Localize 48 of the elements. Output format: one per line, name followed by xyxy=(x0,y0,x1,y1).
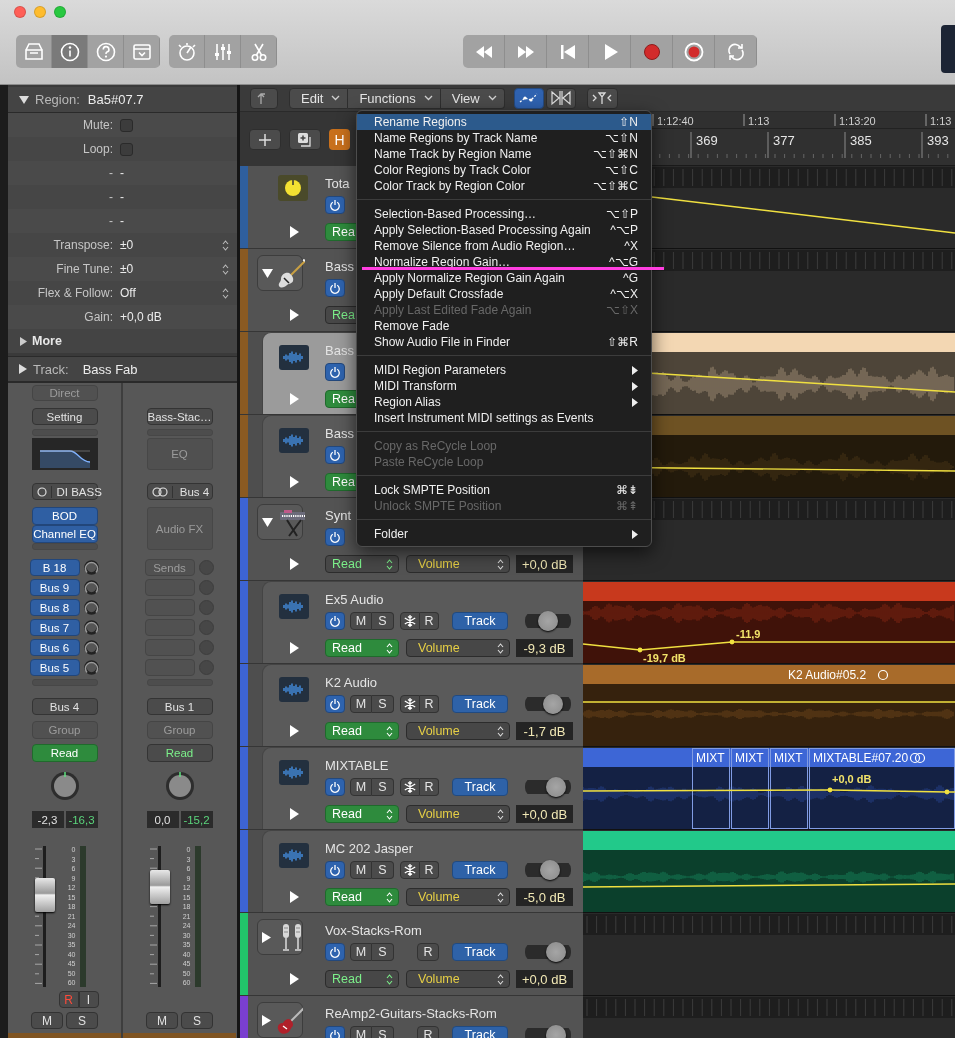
peak-value: -16,3 xyxy=(65,811,98,828)
pan-value: 0,0 xyxy=(146,811,179,828)
bar-number: 369 xyxy=(696,133,718,148)
track-name: Bass xyxy=(325,258,354,276)
section-label: Track: xyxy=(33,361,69,377)
bar-number: 385 xyxy=(850,133,872,148)
field-value: +0,0 dB xyxy=(120,310,163,324)
field-label: Transpose: xyxy=(52,238,113,252)
field-value: - xyxy=(120,166,125,180)
bar-number: 377 xyxy=(773,133,795,148)
field-value: - xyxy=(120,214,125,228)
region-name: MIXTABLE#07.20 xyxy=(813,751,909,765)
track-name: Bass Fab xyxy=(82,361,138,377)
field-label: - xyxy=(108,214,113,228)
automation-value: -19,7 dB xyxy=(643,652,686,663)
track-name: Synt xyxy=(325,507,351,525)
field-label: Fine Tune: xyxy=(55,262,113,276)
section-label: Region: xyxy=(35,92,80,107)
field-label: Mute: xyxy=(82,118,113,132)
time-label: 1:13 xyxy=(930,115,952,127)
track-name: ReAmp2-Guitars-Stacks-Rom xyxy=(325,1005,497,1023)
peak-value: -15,2 xyxy=(180,811,213,828)
field-label: Loop: xyxy=(81,142,113,156)
bar-number: 393 xyxy=(927,133,949,148)
region-name: MIXT xyxy=(774,751,803,765)
track-name: Bass xyxy=(325,342,354,360)
region-name: MIXT xyxy=(696,751,725,765)
automation-value: -11,9 xyxy=(736,628,761,640)
field-label: - xyxy=(108,166,113,180)
time-label: 1:12:40 xyxy=(657,115,694,127)
field-value: - xyxy=(120,190,125,204)
track-name: MC 202 Jasper xyxy=(325,840,414,858)
time-label: 1:13 xyxy=(748,115,770,127)
region-name: MIXT xyxy=(735,751,764,765)
region-name: Ba5#07.7 xyxy=(87,92,144,107)
field-label: - xyxy=(108,190,113,204)
track-name: Ex5 Audio xyxy=(325,591,384,609)
field-label: Flex & Follow: xyxy=(36,286,113,300)
track-name: Vox-Stacks-Rom xyxy=(325,922,422,940)
track-name: Tota xyxy=(325,175,350,193)
track-name: Bass xyxy=(325,425,354,443)
track-name: MIXTABLE xyxy=(325,757,389,775)
field-label: Gain: xyxy=(83,310,113,324)
time-label: 1:13:20 xyxy=(839,115,876,127)
pan-value: -2,3 xyxy=(31,811,64,828)
automation-value: +0,0 dB xyxy=(832,773,872,785)
track-name: K2 Audio xyxy=(325,674,378,692)
region-name: K2 Audio#05.2 xyxy=(788,668,867,682)
